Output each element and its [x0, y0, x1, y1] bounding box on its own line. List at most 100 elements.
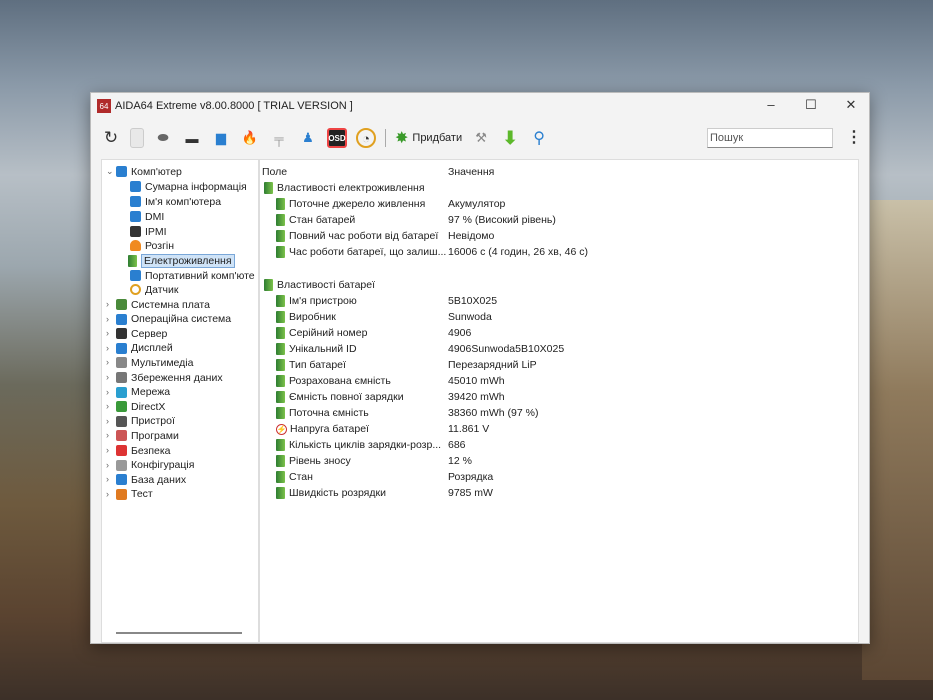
- buy-button[interactable]: ✸ Придбати: [395, 128, 462, 148]
- search-input[interactable]: Пошук: [707, 128, 833, 148]
- tree-item[interactable]: Тест: [116, 487, 153, 502]
- table-row[interactable]: Стан: [276, 469, 313, 485]
- table-row[interactable]: Ємність повної зарядки: [276, 389, 404, 405]
- field-name: Виробник: [289, 311, 336, 323]
- tree-item[interactable]: IPMI: [130, 224, 167, 239]
- download-icon[interactable]: ⬇: [500, 128, 520, 148]
- battery-icon: [276, 487, 285, 499]
- expand-chevron-icon[interactable]: ›: [106, 328, 109, 338]
- config-icon[interactable]: ╤: [269, 128, 289, 148]
- field-value: 38360 mWh (97 %): [448, 407, 539, 419]
- toolbar-separator: [385, 129, 386, 147]
- tree-item[interactable]: Безпека: [116, 443, 171, 458]
- tree-label: DMI: [145, 210, 165, 223]
- tree-item[interactable]: Операційна система: [116, 312, 231, 327]
- network-icon[interactable]: ▆: [211, 128, 231, 148]
- tree-label: Сервер: [131, 327, 168, 340]
- category-icon: [116, 299, 127, 310]
- table-row[interactable]: Стан батарей: [276, 212, 355, 228]
- close-button[interactable]: ✕: [836, 97, 866, 113]
- expand-chevron-icon[interactable]: ›: [106, 343, 109, 353]
- expand-chevron-icon[interactable]: ›: [106, 299, 109, 309]
- motherboard-icon[interactable]: ⬬: [153, 128, 173, 148]
- tree-label: Тест: [131, 488, 153, 501]
- table-row[interactable]: Швидкість розрядки: [276, 485, 386, 501]
- expand-chevron-icon[interactable]: ›: [106, 314, 109, 324]
- tree-item[interactable]: Збереження даних: [116, 370, 223, 385]
- tree-label: Безпека: [131, 444, 171, 457]
- minimize-button[interactable]: –: [756, 97, 786, 112]
- tree-item[interactable]: Мультимедіа: [116, 355, 193, 370]
- computer-icon: [130, 181, 141, 192]
- group-header[interactable]: Властивості електроживлення: [264, 180, 425, 196]
- expand-chevron-icon[interactable]: ›: [106, 387, 109, 397]
- table-row[interactable]: Тип батареї: [276, 357, 346, 373]
- table-row[interactable]: Кількість циклів зарядки-розр...: [276, 437, 441, 453]
- table-row[interactable]: Рівень зносу: [276, 453, 351, 469]
- tree-item[interactable]: Портативний комп'юте: [130, 268, 255, 283]
- category-icon: [116, 342, 127, 354]
- table-row[interactable]: Повний час роботи від батареї: [276, 228, 438, 244]
- expand-chevron-icon[interactable]: ›: [106, 372, 109, 382]
- battery-icon: [276, 391, 285, 403]
- expand-chevron-icon[interactable]: ›: [106, 430, 109, 440]
- column-header-field[interactable]: Поле: [262, 164, 287, 180]
- tree-item[interactable]: Розгін: [130, 238, 174, 253]
- maximize-button[interactable]: ☐: [796, 97, 826, 113]
- table-row[interactable]: Поточне джерело живлення: [276, 196, 425, 212]
- column-header-value[interactable]: Значення: [448, 164, 494, 180]
- tree-label: Конфігурація: [131, 459, 195, 472]
- table-row[interactable]: Ім'я пристрою: [276, 293, 357, 309]
- tree-item[interactable]: Ім'я комп'ютера: [130, 194, 221, 209]
- horizontal-scrollbar[interactable]: [116, 632, 242, 634]
- tree-item[interactable]: Конфігурація: [116, 458, 194, 473]
- expand-chevron-icon[interactable]: ›: [106, 474, 109, 484]
- sensor-gauge-icon[interactable]: ◔: [356, 128, 376, 148]
- expand-chevron-icon[interactable]: ›: [106, 416, 109, 426]
- tree-item[interactable]: База даних: [116, 472, 186, 487]
- tree-item[interactable]: Сервер: [116, 326, 167, 341]
- group-title: Властивості електроживлення: [277, 182, 425, 194]
- search-tool-icon[interactable]: ⚲: [529, 128, 549, 148]
- tools-icon[interactable]: ⚒: [471, 128, 491, 148]
- table-row[interactable]: Унікальний ID: [276, 341, 357, 357]
- overclock-icon[interactable]: 🔥: [240, 128, 260, 148]
- category-icon: [116, 415, 127, 427]
- table-row[interactable]: Серійний номер: [276, 325, 367, 341]
- table-row[interactable]: ⚡ Напруга батареї: [276, 421, 369, 437]
- tree-item[interactable]: Датчик: [130, 282, 178, 297]
- field-name: Швидкість розрядки: [289, 487, 386, 499]
- expand-chevron-icon[interactable]: ›: [106, 401, 109, 411]
- tree-item-power-selected[interactable]: Електроживлення: [128, 253, 235, 268]
- expand-chevron-icon[interactable]: ›: [106, 445, 109, 455]
- refresh-icon[interactable]: ↻: [101, 128, 121, 148]
- user-icon[interactable]: ♟: [298, 128, 318, 148]
- category-icon: [116, 372, 127, 383]
- expand-chevron-icon[interactable]: ›: [106, 357, 109, 367]
- tree-item[interactable]: Мережа: [116, 385, 170, 400]
- group-header[interactable]: Властивості батареї: [264, 277, 375, 293]
- table-row[interactable]: Час роботи батареї, що залиш...: [276, 244, 446, 260]
- tree-item[interactable]: Сумарна інформація: [130, 179, 247, 194]
- tree-item[interactable]: Дисплей: [116, 341, 173, 356]
- tree-item[interactable]: DMI: [130, 209, 164, 224]
- expand-chevron-icon[interactable]: ›: [106, 489, 109, 499]
- tree-item[interactable]: Системна плата: [116, 297, 210, 312]
- more-menu-icon[interactable]: ⋮: [846, 127, 862, 147]
- table-row[interactable]: Виробник: [276, 309, 336, 325]
- table-row[interactable]: Поточна ємність: [276, 405, 369, 421]
- field-value: 4906Sunwoda5B10X025: [448, 343, 565, 355]
- battery-icon: [264, 279, 273, 291]
- osd-icon[interactable]: OSD: [327, 128, 347, 148]
- memory-icon[interactable]: ▬: [182, 128, 202, 148]
- tree-item[interactable]: Пристрої: [116, 414, 175, 429]
- tree-item[interactable]: DirectX: [116, 399, 165, 414]
- tree-item[interactable]: Програми: [116, 428, 179, 443]
- expand-chevron-icon[interactable]: ›: [106, 460, 109, 470]
- tree-item-computer[interactable]: Комп'ютер: [116, 164, 182, 179]
- field-name: Стан батарей: [289, 214, 356, 226]
- report-icon[interactable]: [130, 128, 144, 148]
- expand-chevron-icon[interactable]: ⌄: [106, 166, 114, 177]
- field-name: Поточне джерело живлення: [289, 198, 426, 210]
- table-row[interactable]: Розрахована ємність: [276, 373, 391, 389]
